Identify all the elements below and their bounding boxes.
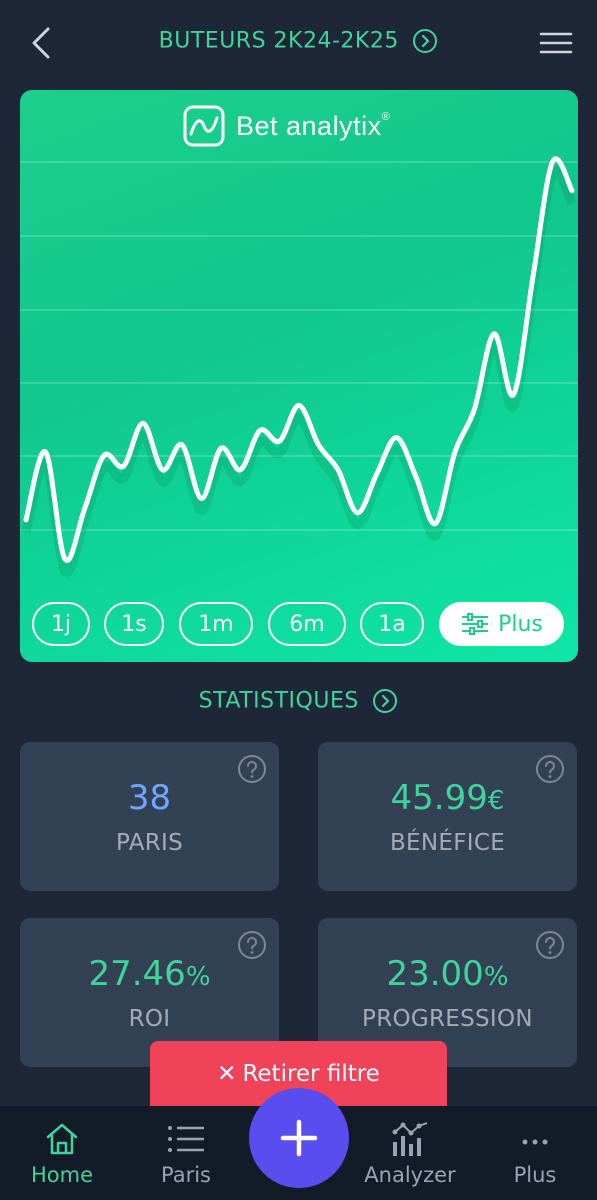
stats-title[interactable]: STATISTIQUES <box>0 688 597 714</box>
chart-line-shadow <box>21 166 577 578</box>
page-title-text: BUTEURS 2K24-2K25 <box>158 28 399 54</box>
analyzer-icon <box>392 1122 428 1156</box>
nav-label-analyzer: Analyzer <box>364 1163 456 1187</box>
stat-unit: % <box>185 962 211 992</box>
chart-data-point <box>62 556 68 562</box>
chart-data-point <box>101 452 107 458</box>
page-title[interactable]: BUTEURS 2K24-2K25 <box>0 28 597 54</box>
range-button-1j[interactable]: 1j <box>32 602 90 646</box>
brand-logo: Bet analytix® <box>182 104 390 148</box>
chart-data-point <box>82 506 88 512</box>
chart-data-point <box>413 474 419 480</box>
nav-label-paris: Paris <box>161 1163 211 1187</box>
nav-item-home[interactable]: Home <box>7 1106 117 1200</box>
balance-line-chart[interactable] <box>20 90 578 662</box>
more-filters-label: Plus <box>498 611 543 637</box>
time-range-selector: 1j 1s 1m 6m 1a Plus <box>32 602 566 646</box>
chart-data-point <box>374 470 380 476</box>
chevron-right-circle-icon <box>413 29 438 53</box>
stat-number: 23.00 <box>386 954 484 994</box>
stats-title-text: STATISTIQUES <box>198 688 359 714</box>
chart-data-point <box>277 438 283 444</box>
plus-icon <box>280 1119 318 1157</box>
hamburger-menu-icon[interactable] <box>539 30 573 56</box>
stat-label: BÉNÉFICE <box>389 830 506 856</box>
range-button-1m[interactable]: 1m <box>179 602 253 646</box>
chart-data-point <box>569 188 575 194</box>
chart-data-point <box>355 510 361 516</box>
chart-data-point <box>257 427 263 433</box>
chart-data-point <box>452 449 458 455</box>
range-button-1s[interactable]: 1s <box>104 602 164 646</box>
chart-data-point <box>199 495 205 501</box>
stat-value: 27.46% <box>20 954 279 994</box>
chart-data-point <box>23 517 29 523</box>
stat-value: 45.99€ <box>318 778 577 818</box>
add-bet-button[interactable] <box>249 1088 349 1188</box>
chart-data-point <box>140 420 146 426</box>
chart-data-point <box>491 331 497 337</box>
stat-value: 38 <box>20 778 279 818</box>
home-icon <box>46 1123 78 1155</box>
chart-data-point <box>218 445 224 451</box>
range-button-6m[interactable]: 6m <box>268 602 346 646</box>
nav-item-analyzer[interactable]: Analyzer <box>355 1106 465 1200</box>
stat-number: 27.46 <box>88 954 186 994</box>
more-filters-button[interactable]: Plus <box>439 602 564 646</box>
chart-data-point <box>530 274 536 280</box>
chart-data-point <box>316 442 322 448</box>
chart-data-point <box>121 463 127 469</box>
stat-label: ROI <box>128 1006 171 1032</box>
chart-data-point <box>550 159 556 165</box>
brand-text: Bet analytix <box>236 110 382 141</box>
stat-unit: % <box>483 962 509 992</box>
remove-filter-label: Retirer filtre <box>242 1061 380 1087</box>
range-button-1a[interactable]: 1a <box>360 602 424 646</box>
chart-card: Bet analytix® 1j 1s 1m 6m 1a Plus <box>20 90 578 662</box>
close-icon: ✕ <box>217 1061 237 1087</box>
chart-data-point <box>433 520 439 526</box>
brand-name: Bet analytix® <box>236 111 390 142</box>
nav-item-plus[interactable]: Plus <box>480 1106 590 1200</box>
nav-label-home: Home <box>30 1163 93 1187</box>
stat-card-paris: 38 PARIS <box>20 742 279 891</box>
chart-data-point <box>43 449 49 455</box>
more-icon <box>522 1139 548 1145</box>
nav-label-plus: Plus <box>513 1163 557 1187</box>
stat-number: 45.99 <box>390 778 488 818</box>
chart-data-point <box>335 467 341 473</box>
stat-number: 38 <box>127 778 172 818</box>
chart-logo-icon <box>183 105 225 147</box>
chart-data-point <box>472 406 478 412</box>
chart-data-point <box>296 402 302 408</box>
chart-data-point <box>394 435 400 441</box>
chevron-right-circle-icon <box>373 689 398 713</box>
brand-registered-mark: ® <box>381 110 391 123</box>
list-icon <box>168 1126 204 1152</box>
stat-value: 23.00% <box>318 954 577 994</box>
stat-label: PARIS <box>116 830 183 856</box>
stat-label: PROGRESSION <box>362 1006 533 1032</box>
chart-data-point <box>179 442 185 448</box>
nav-item-paris[interactable]: Paris <box>131 1106 241 1200</box>
stat-card-benefice: 45.99€ BÉNÉFICE <box>318 742 577 891</box>
stat-unit: € <box>487 786 505 816</box>
sliders-icon <box>462 613 489 635</box>
chart-data-point <box>238 467 244 473</box>
app-header: BUTEURS 2K24-2K25 <box>0 0 597 86</box>
chart-data-point <box>160 467 166 473</box>
chart-data-point <box>511 392 517 398</box>
